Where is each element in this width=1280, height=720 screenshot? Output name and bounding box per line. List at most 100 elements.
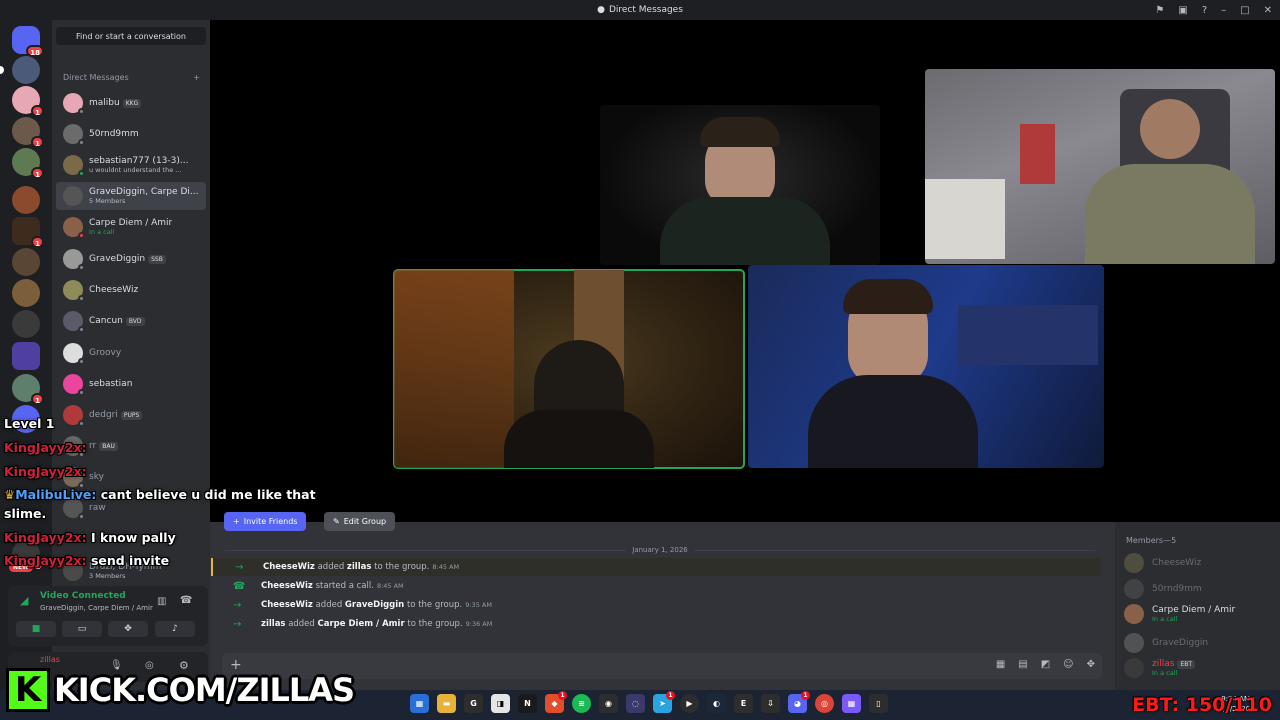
video-tile[interactable] bbox=[600, 105, 880, 265]
brave-icon[interactable]: ◆ 1 bbox=[545, 691, 567, 713]
overlay-chat-line: KingJayy2x: I know pally bbox=[4, 530, 176, 545]
app-icon[interactable]: ◌ bbox=[626, 694, 645, 713]
crown-icon: ♛ bbox=[4, 487, 16, 502]
edit-group-button[interactable]: ✎ Edit Group bbox=[324, 512, 396, 531]
video-tile[interactable] bbox=[925, 69, 1275, 264]
title-bar: ● Direct Messages ⚑ ▣ ? – □ ✕ bbox=[0, 0, 1280, 20]
dm-item[interactable]: GraveDiggin SSB bbox=[56, 245, 206, 273]
discord-icon: ● bbox=[597, 5, 605, 15]
member-item[interactable]: 50rnd9mm bbox=[1124, 579, 1202, 599]
member-item[interactable]: GraveDiggin bbox=[1124, 633, 1208, 653]
media-player-icon[interactable]: ▶ bbox=[680, 694, 699, 713]
dm-item[interactable]: 50rnd9mm bbox=[56, 120, 206, 148]
gif-icon[interactable]: ▤ bbox=[1018, 659, 1027, 670]
screen-share-button[interactable]: ▭ bbox=[62, 621, 102, 637]
spotify-icon[interactable]: ≋ bbox=[572, 694, 591, 713]
inbox-icon[interactable]: ⚑ bbox=[1155, 5, 1164, 16]
epic-icon[interactable]: E bbox=[734, 694, 753, 713]
g-app-icon[interactable]: G bbox=[464, 694, 483, 713]
overlay-chat-line: ♛MalibuLive: cant believe u did me like … bbox=[4, 487, 316, 502]
participant-face bbox=[1140, 99, 1200, 159]
server-icon[interactable] bbox=[0, 56, 40, 84]
avatar bbox=[63, 217, 85, 239]
date-divider: January 1, 2026 bbox=[225, 546, 1095, 554]
video-tile-speaking[interactable] bbox=[393, 269, 745, 469]
maximize-button[interactable]: □ bbox=[1240, 5, 1249, 16]
obs-icon[interactable]: ◉ bbox=[599, 694, 618, 713]
apps-icon[interactable]: ✥ bbox=[1087, 659, 1095, 670]
taskbar-icons: ▦ ▬ G ◨ N ◆ 1 ≋ ◉ ◌ ➤ 1 ▶ ◐ E ⇩ ◕ 1 ◎ ▦ ▯ bbox=[410, 691, 888, 713]
add-user-icon: + bbox=[233, 517, 240, 526]
ebt-counter: EBT: 150/110 bbox=[1132, 694, 1272, 716]
dm-item[interactable]: Cancun BVD bbox=[56, 307, 206, 335]
dm-item[interactable]: Groovy bbox=[56, 339, 206, 367]
avatar bbox=[63, 343, 85, 365]
server-icon[interactable] bbox=[12, 186, 40, 214]
system-message: → CheeseWiz added zillas to the group. 8:4… bbox=[211, 558, 1101, 576]
member-item[interactable]: zillas EBT In a call bbox=[1124, 658, 1196, 678]
overlay-chat-line: KingJayy2x: bbox=[4, 464, 87, 479]
avatar bbox=[63, 280, 85, 302]
next-app-icon[interactable]: N bbox=[518, 694, 537, 713]
noise-suppression-icon[interactable]: ▥ bbox=[157, 596, 166, 607]
add-dm-icon[interactable]: + bbox=[193, 73, 200, 82]
avatar bbox=[63, 405, 85, 427]
telegram-icon[interactable]: ➤ 1 bbox=[653, 691, 675, 713]
member-item[interactable]: Carpe Diem / Amir In a call bbox=[1124, 604, 1235, 624]
server-icon[interactable] bbox=[12, 279, 40, 307]
server-icon[interactable] bbox=[12, 342, 40, 370]
dm-header: Direct Messages + bbox=[63, 73, 200, 82]
camera-button[interactable]: ■ bbox=[16, 621, 56, 637]
dm-item[interactable]: sebastian bbox=[56, 370, 206, 398]
soundboard-button[interactable]: ♪ bbox=[155, 621, 195, 637]
server-icon[interactable] bbox=[12, 310, 40, 338]
avatar bbox=[63, 93, 85, 115]
server-icon[interactable]: 1 bbox=[12, 374, 44, 405]
invite-friends-button[interactable]: + Invite Friends bbox=[224, 512, 307, 531]
dm-item-group-active[interactable]: GraveDiggin, Carpe Di... 5 Members bbox=[56, 182, 206, 210]
sticker-icon[interactable]: ◩ bbox=[1041, 659, 1050, 670]
app-grid-icon[interactable]: ▦ bbox=[842, 694, 861, 713]
help-icon[interactable]: ? bbox=[1202, 5, 1207, 16]
disconnect-icon[interactable]: ☎ bbox=[180, 595, 192, 606]
dm-item[interactable]: CheeseWiz bbox=[56, 276, 206, 304]
username[interactable]: zillas bbox=[40, 655, 60, 664]
minimize-button[interactable]: – bbox=[1221, 5, 1226, 16]
emoji-icon[interactable]: ☺ bbox=[1063, 659, 1073, 670]
close-button[interactable]: ✕ bbox=[1264, 5, 1272, 16]
file-explorer-icon[interactable]: ▬ bbox=[437, 694, 456, 713]
overlay-chat-line: slime. bbox=[4, 506, 47, 521]
video-tile[interactable] bbox=[748, 265, 1104, 468]
server-icon[interactable] bbox=[12, 248, 40, 276]
screen-icon[interactable]: ▣ bbox=[1178, 5, 1187, 16]
server-icon[interactable]: 1 bbox=[12, 117, 44, 148]
dm-item[interactable]: Carpe Diem / Amir In a call bbox=[56, 213, 206, 241]
avatar bbox=[1124, 604, 1144, 624]
system-message: → zillas added Carpe Diem / Amir to the g… bbox=[233, 618, 493, 630]
start-icon[interactable]: ▦ bbox=[410, 694, 429, 713]
server-icon[interactable]: 1 bbox=[12, 217, 44, 248]
taskbar-app-icon[interactable]: ▯ bbox=[869, 694, 888, 713]
voice-channel[interactable]: GraveDiggin, Carpe Diem / Amir bbox=[40, 604, 153, 612]
dm-item[interactable]: malibu KKG bbox=[56, 89, 206, 117]
chrome-icon[interactable]: ◎ bbox=[815, 694, 834, 713]
home-button[interactable]: 18 bbox=[12, 26, 44, 57]
steam-icon[interactable]: ◐ bbox=[707, 694, 726, 713]
avatar bbox=[63, 311, 85, 333]
avatar bbox=[63, 374, 85, 396]
avatar bbox=[63, 155, 85, 177]
overlay-chat-line: KingJayy2x: bbox=[4, 440, 87, 455]
window-title: Direct Messages bbox=[608, 5, 683, 15]
discord-taskbar-icon[interactable]: ◕ 1 bbox=[788, 691, 810, 713]
taskbar-app-icon[interactable]: ⇩ bbox=[761, 694, 780, 713]
member-item[interactable]: CheeseWiz bbox=[1124, 553, 1201, 573]
server-icon[interactable]: 1 bbox=[12, 86, 44, 117]
avatar bbox=[1124, 553, 1144, 573]
capcut-icon[interactable]: ◨ bbox=[491, 694, 510, 713]
find-conversation-button[interactable]: Find or start a conversation bbox=[56, 27, 206, 45]
dm-item[interactable]: dedgri PUPS bbox=[56, 401, 206, 429]
gift-icon[interactable]: ▦ bbox=[996, 659, 1005, 670]
server-icon[interactable]: 1 bbox=[12, 148, 44, 179]
dm-item[interactable]: sebastian777 (13-3)... u wouldnt understa… bbox=[56, 151, 206, 179]
activities-button[interactable]: ✥ bbox=[108, 621, 148, 637]
